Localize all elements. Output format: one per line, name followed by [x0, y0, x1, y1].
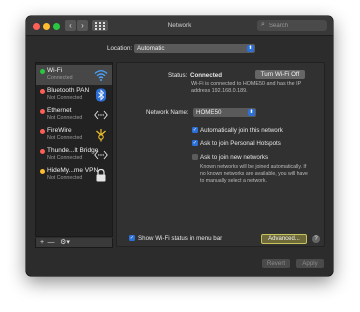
- ask-new-networks-checkbox[interactable]: [192, 154, 198, 160]
- status-dot: [40, 149, 45, 154]
- service-status: Connected: [47, 75, 73, 81]
- network-name-label: Network Name:: [146, 109, 189, 116]
- search-icon: ⌕: [261, 21, 265, 28]
- service-item-wifi[interactable]: Wi-Fi Connected: [36, 65, 112, 85]
- apply-button[interactable]: Apply: [296, 259, 324, 268]
- show-status-menubar-label: Show Wi-Fi status in menu bar: [138, 235, 223, 242]
- popup-arrows-icon: ⬍: [248, 109, 255, 116]
- firewire-icon: [96, 129, 106, 142]
- ethernet-icon: [94, 110, 108, 120]
- ask-new-networks-label: Ask to join new networks: [200, 154, 269, 161]
- network-name-popup[interactable]: HOME50 ⬍: [193, 108, 256, 117]
- service-list-toolbar: + — ⚙▾: [35, 238, 113, 248]
- service-list: Wi-Fi Connected Bluetooth PAN Not Connec…: [35, 62, 113, 237]
- search-field[interactable]: ⌕: [257, 20, 327, 31]
- service-item-vpn[interactable]: HideMy...me VPN Not Connected: [36, 165, 112, 185]
- status-value: Connected: [190, 72, 222, 79]
- revert-button[interactable]: Revert: [262, 259, 290, 268]
- known-networks-description: Known networks will be joined automatica…: [200, 164, 308, 184]
- service-status: Not Connected: [47, 135, 83, 141]
- show-status-menubar-checkbox[interactable]: ✓: [129, 235, 135, 241]
- service-item-thunderbolt-bridge[interactable]: Thunde...lt Bridge Not Connected: [36, 145, 112, 165]
- location-popup[interactable]: Automatic ⬍: [134, 44, 255, 53]
- service-name: HideMy...me VPN: [47, 167, 99, 174]
- remove-service-button[interactable]: —: [47, 238, 55, 247]
- wifi-icon: [94, 70, 108, 81]
- help-button[interactable]: ?: [312, 235, 320, 243]
- service-item-firewire[interactable]: FireWire Not Connected: [36, 125, 112, 145]
- service-status: Not Connected: [47, 175, 83, 181]
- service-name: FireWire: [47, 127, 72, 134]
- popup-arrows-icon: ⬍: [247, 45, 254, 52]
- service-status: Not Connected: [47, 115, 83, 121]
- ask-hotspots-checkbox[interactable]: ✓: [192, 140, 198, 146]
- bluetooth-icon: [96, 88, 106, 102]
- status-dot: [40, 129, 45, 134]
- ask-hotspots-label: Ask to join Personal Hotspots: [200, 140, 281, 147]
- service-status: Not Connected: [47, 155, 83, 161]
- auto-join-checkbox[interactable]: ✓: [192, 127, 198, 133]
- service-item-ethernet[interactable]: Ethernet Not Connected: [36, 105, 112, 125]
- search-input[interactable]: [269, 21, 324, 30]
- status-dot: [40, 109, 45, 114]
- location-label: Location:: [107, 45, 133, 52]
- thunderbolt-bridge-icon: [94, 150, 108, 160]
- status-dot: [40, 69, 45, 74]
- service-actions-menu[interactable]: ⚙▾: [58, 238, 72, 247]
- service-status: Not Connected: [47, 95, 83, 101]
- status-dot: [40, 89, 45, 94]
- add-service-button[interactable]: +: [38, 238, 46, 247]
- service-name: Thunde...lt Bridge: [47, 147, 99, 154]
- service-name: Wi-Fi: [47, 67, 63, 74]
- status-description: Wi-Fi is connected to HOME50 and has the…: [191, 81, 302, 94]
- service-item-bluetooth-pan[interactable]: Bluetooth PAN Not Connected: [36, 85, 112, 105]
- service-name: Bluetooth PAN: [47, 87, 90, 94]
- advanced-button[interactable]: Advanced...: [261, 234, 307, 244]
- status-dot: [40, 169, 45, 174]
- turn-wifi-off-button[interactable]: Turn Wi-Fi Off: [255, 70, 305, 79]
- network-name-value: HOME50: [196, 109, 222, 116]
- service-name: Ethernet: [47, 107, 72, 114]
- status-label: Status:: [168, 72, 188, 79]
- vpn-lock-icon: [96, 168, 106, 182]
- auto-join-label: Automatically join this network: [200, 127, 283, 134]
- title-bar: ‹ › Network ⌕: [26, 16, 333, 36]
- location-value: Automatic: [137, 45, 165, 52]
